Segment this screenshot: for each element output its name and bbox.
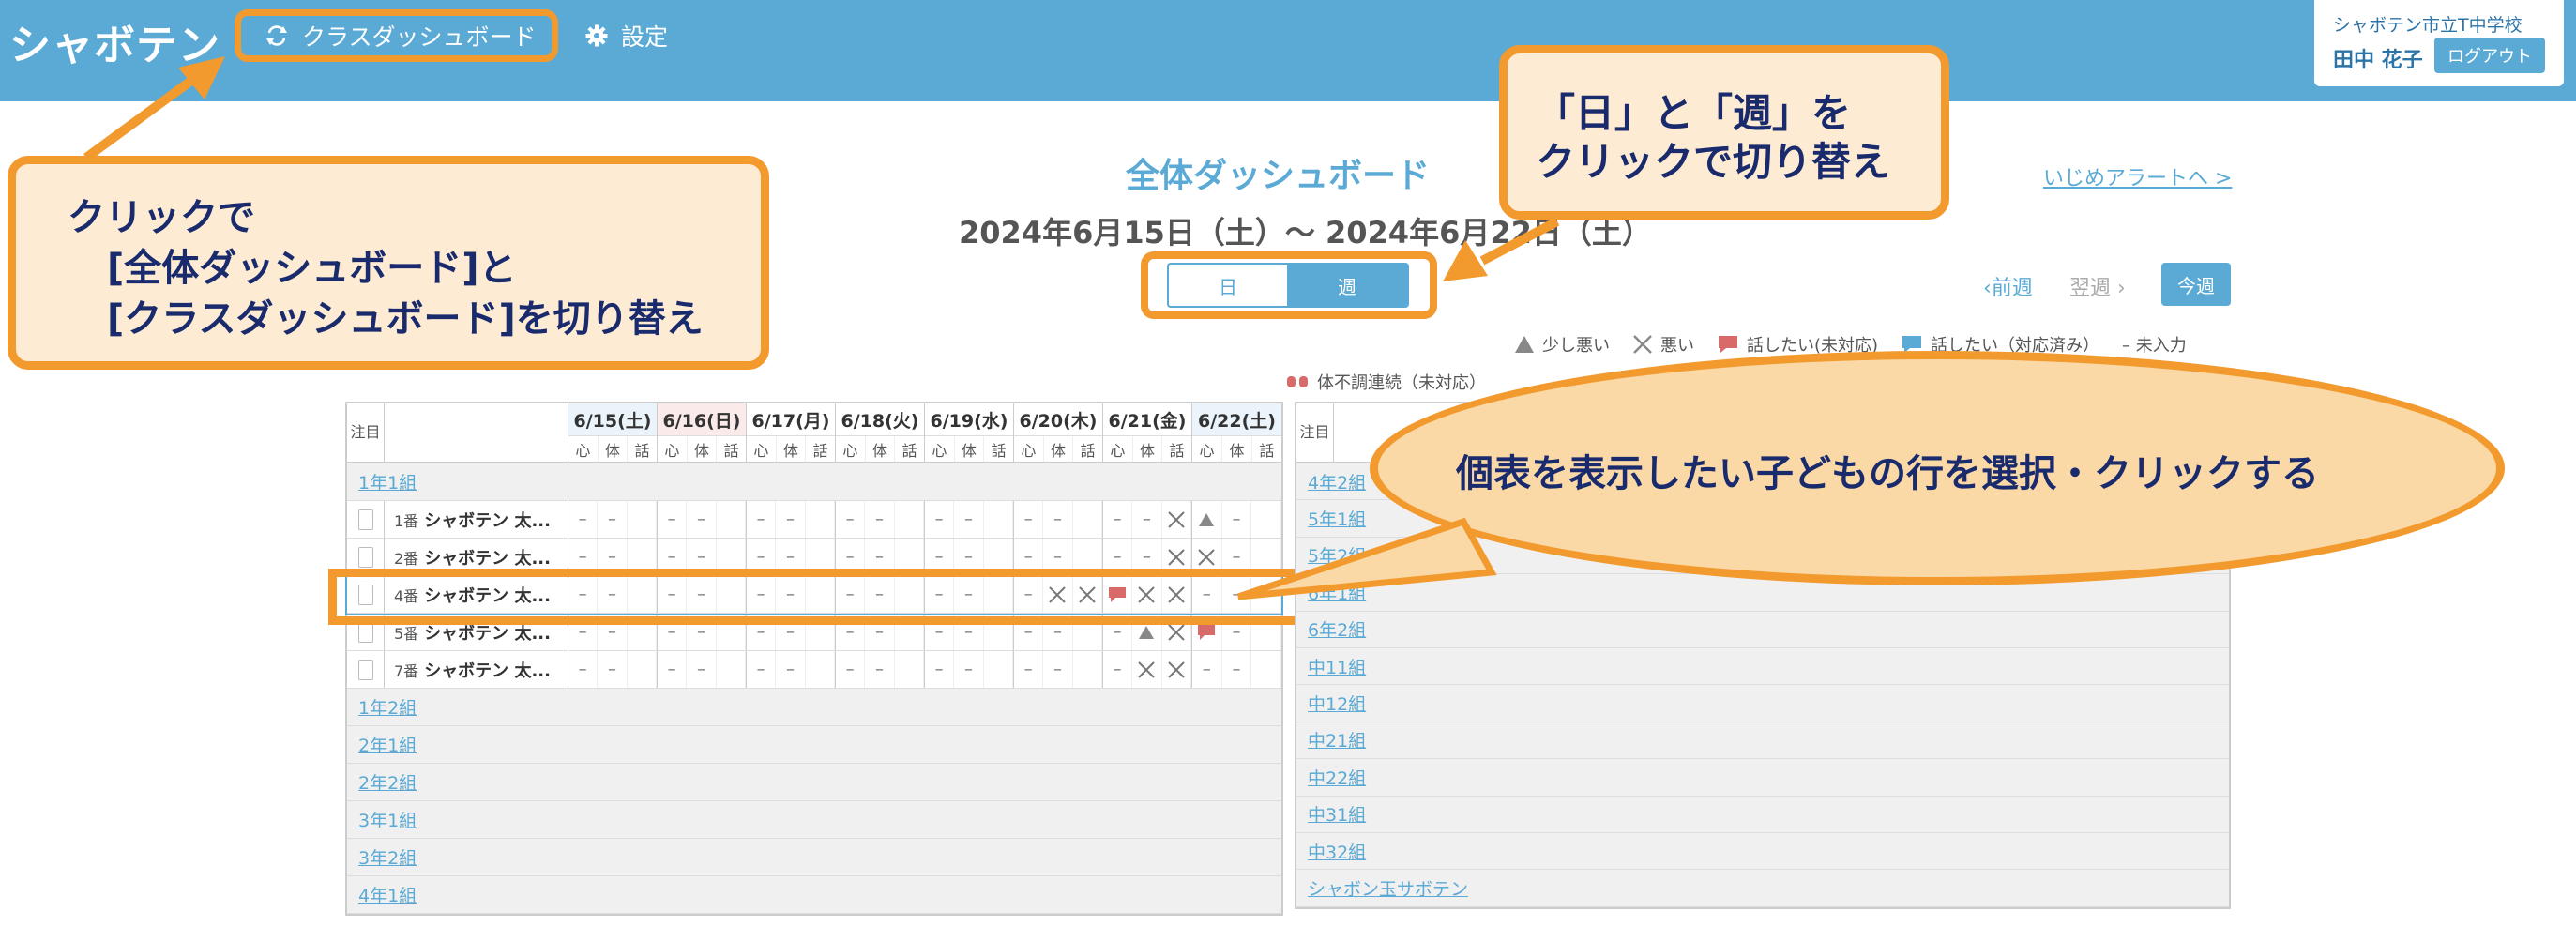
- callout-tail: [1236, 517, 1497, 600]
- arrow-head: [178, 56, 225, 99]
- arrow-head: [1443, 240, 1488, 281]
- arrow-line: [1479, 217, 1560, 266]
- annotation-arrows: [83, 56, 1560, 600]
- arrow-line: [83, 70, 202, 162]
